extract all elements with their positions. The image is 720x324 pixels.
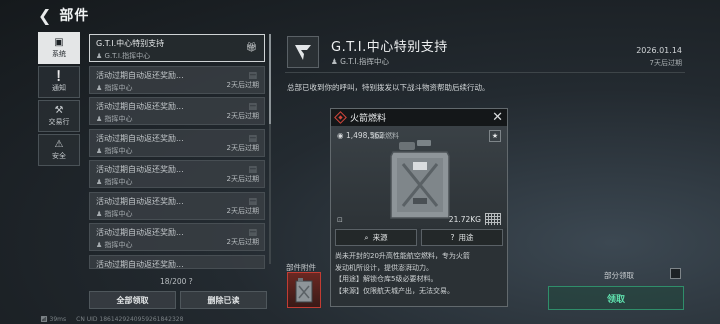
nav-label: 系统	[52, 50, 66, 58]
popup-header: 火箭燃料 ✕	[331, 109, 507, 126]
attachment-item[interactable]	[287, 272, 321, 308]
help-icon: ?	[188, 277, 193, 286]
nav-item-trade[interactable]: ⚒ 交易行	[38, 100, 80, 132]
nav-label: 安全	[52, 152, 66, 160]
mail-expiry: 2天后过期	[226, 143, 259, 152]
mail-title: 活动过期自动返还奖励...	[96, 70, 184, 80]
scroll-thumb[interactable]	[269, 34, 271, 124]
item-preview: ◉ 1,498,562 能源燃料 ★ ⊡ 21.72KG	[331, 126, 507, 228]
system-icon: ▣	[54, 37, 64, 48]
mail-title: 活动过期自动返还奖励...	[96, 196, 184, 206]
mail-date: 2026.01.14	[636, 46, 682, 55]
mail-item[interactable]: G.T.I.中心特别支持 ♟ G.T.I.指挥中心 🎁︎	[89, 34, 265, 62]
mail-body: 总部已收到你的呼叫，特别拨发以下战斗物资帮助后续行动。	[287, 83, 490, 92]
mail-expiry: 2天后过期	[226, 238, 259, 246]
mail-title: 活动过期自动返还奖励...	[96, 165, 184, 174]
nav-label: 交易行	[48, 118, 70, 126]
item-weight: 21.72KG	[448, 215, 481, 224]
item-description: 尚未开封的20升高性能航空燃料，专为火箭 发动机所设计，提供澎湃动力。 【用途】…	[335, 252, 470, 295]
mail-item[interactable]: 活动过期自动返还奖励... ♟ 指挥中心 ▤ 2天后过期	[89, 97, 265, 125]
mail-expiry: 2天后过期	[226, 175, 259, 183]
mail-item[interactable]: 活动过期自动返还奖励...	[89, 254, 265, 269]
mail-item[interactable]: 活动过期自动返还奖励... ♟ 指挥中心 ▤ 2天后过期	[89, 128, 265, 157]
delete-read-button[interactable]: 删除已读	[180, 291, 267, 309]
close-icon[interactable]: ✕	[492, 110, 503, 125]
question-icon: ?	[450, 233, 455, 242]
nav-item-security[interactable]: ⚠ 安全	[38, 134, 80, 166]
source-button[interactable]: ⌕ 来源	[335, 229, 417, 246]
mail-title: 活动过期自动返还奖励...	[96, 133, 184, 143]
item-detail-popup: 火箭燃料 ✕ ◉ 1,498,562 能源燃料 ★ ⊡ 21.72KG ⌕ 来源…	[330, 108, 508, 307]
size-grid-icon	[485, 213, 501, 225]
mail-item[interactable]: 活动过期自动返还奖励... ♟ 指挥中心 ▤ 2天后过期	[89, 191, 265, 220]
mail-title: G.T.I.中心特别支持	[96, 39, 165, 48]
mail-item[interactable]: 活动过期自动返还奖励... ♟ 指挥中心 ▤ 2天后过期	[89, 223, 265, 251]
fuel-can-image	[390, 140, 450, 219]
usage-button[interactable]: ? 用途	[421, 229, 503, 246]
page-title: 部件	[59, 8, 90, 24]
fuel-can-icon	[295, 278, 313, 303]
partial-claim-label: 部分领取	[604, 271, 634, 280]
lock-icon: ⊡	[337, 216, 343, 224]
claim-button[interactable]: 领取	[548, 286, 684, 310]
nav-item-system[interactable]: ▣ 系统	[38, 32, 80, 64]
search-icon: ⌕	[364, 232, 369, 242]
rarity-icon	[334, 111, 347, 124]
mail-item[interactable]: 活动过期自动返还奖励... ♟ 指挥中心 ▤ 2天后过期	[89, 65, 265, 94]
nav-item-notice[interactable]: ❕ 通知	[38, 66, 80, 98]
nav-label: 通知	[52, 84, 66, 92]
mail-expiry: 2天后过期	[226, 206, 259, 215]
mail-expiry: 2天后过期	[226, 112, 259, 120]
mail-detail-sender: ♟ G.T.I.指挥中心	[331, 57, 389, 66]
mail-item[interactable]: 活动过期自动返还奖励... ♟ 指挥中心 ▤ 2天后过期	[89, 160, 265, 188]
mail-detail-title: G.T.I.中心特别支持	[331, 40, 448, 55]
mail-expiry: 7天后过期	[649, 59, 682, 67]
mail-sender: ♟ G.T.I.指挥中心	[96, 52, 151, 60]
item-name: 火箭燃料	[350, 114, 387, 124]
gti-logo	[287, 36, 319, 68]
notice-icon: ❕	[52, 71, 66, 82]
mail-title: 活动过期自动返还奖励...	[96, 228, 184, 237]
category-nav: ▣ 系统 ❕ 通知 ⚒ 交易行 ⚠ 安全	[38, 32, 80, 168]
mail-list: G.T.I.中心特别支持 ♟ G.T.I.指挥中心 🎁︎ 活动过期自动返还奖励.…	[89, 34, 265, 272]
gift-icon: 🎁︎	[245, 43, 257, 53]
claim-all-button[interactable]: 全部领取	[89, 291, 176, 309]
popup-buttons: ⌕ 来源 ? 用途	[335, 229, 503, 246]
divider	[285, 72, 685, 73]
mail-title: 活动过期自动返还奖励...	[96, 259, 184, 269]
mail-list-scrollbar[interactable]	[269, 34, 271, 264]
mail-count: 18/200 ?	[160, 277, 193, 286]
mail-title: 活动过期自动返还奖励...	[96, 102, 184, 111]
uid: CN UID 1861429240959261842328	[76, 316, 184, 323]
trade-icon: ⚒	[54, 105, 64, 116]
back-arrow-icon[interactable]: ❮	[38, 6, 51, 25]
partial-claim-checkbox[interactable]	[670, 268, 681, 279]
mail-expiry: 2天后过期	[226, 80, 259, 89]
ping: 📶︎ 39ms	[40, 316, 67, 323]
status-bar: 📶︎ 39ms CN UID 1861429240959261842328	[40, 316, 183, 323]
header: ❮ 部件	[38, 5, 89, 25]
warning-icon: ⚠	[54, 139, 64, 150]
favorite-icon[interactable]: ★	[489, 130, 501, 142]
